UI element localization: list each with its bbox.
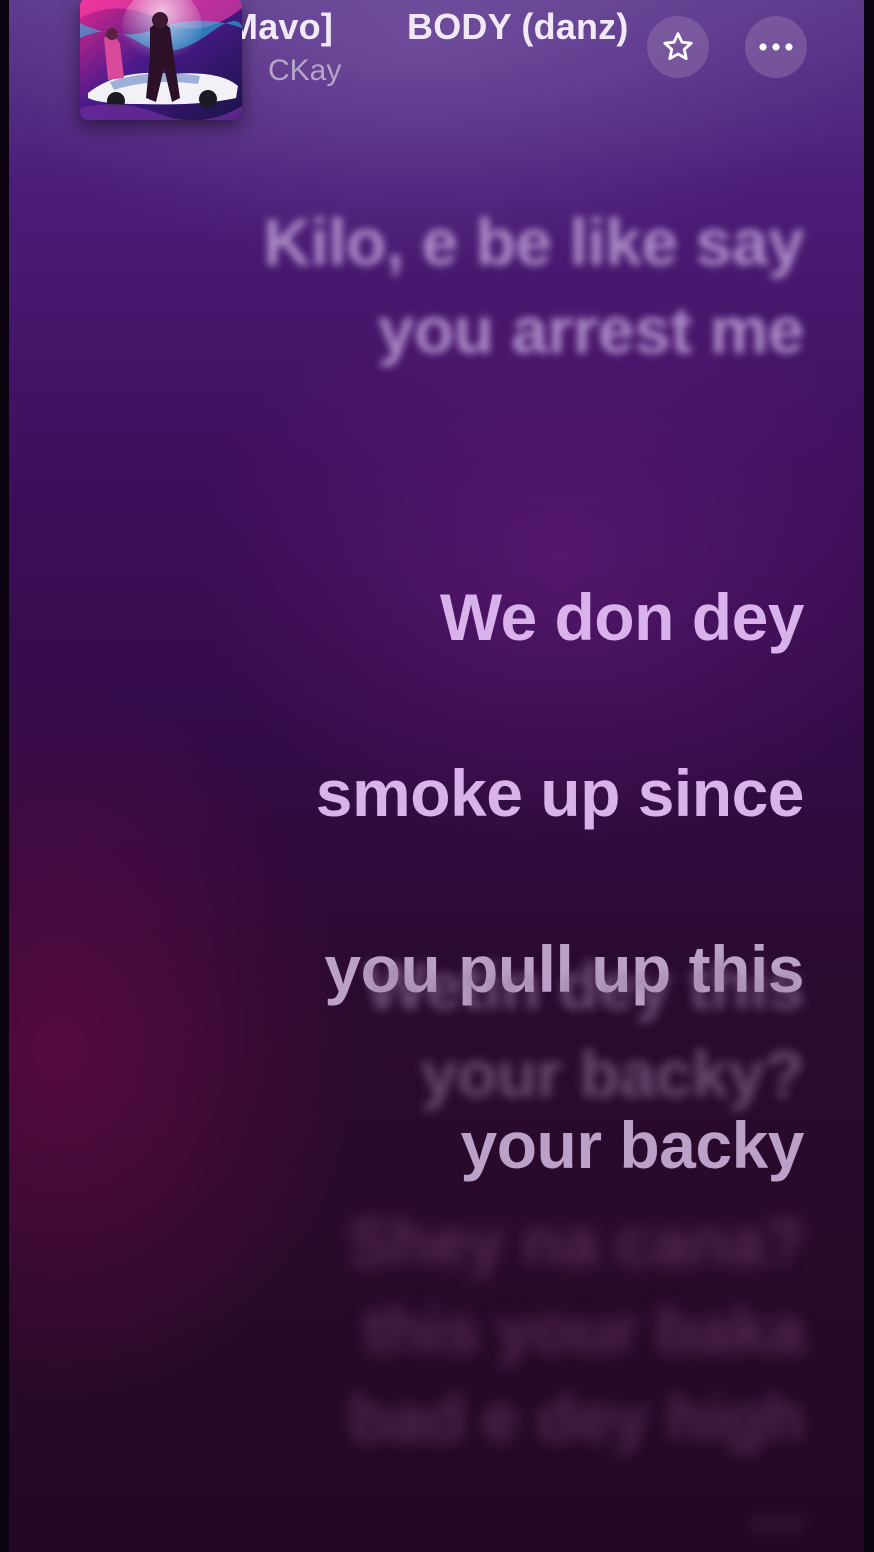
screen-edge-left — [0, 0, 9, 1552]
lyrics-screen: Mavo] BODY (danz) CKay Kilo, e be like sa… — [0, 0, 874, 1552]
favorite-button[interactable] — [647, 16, 709, 78]
song-title-previous: Mavo] — [242, 6, 334, 47]
song-title: BODY (danz) — [407, 6, 629, 47]
more-options-button[interactable] — [745, 16, 807, 78]
lyric-line-current[interactable]: We don dey smoke up since you pull up th… — [164, 485, 805, 1277]
song-title-marquee: Mavo] BODY (danz) — [242, 0, 640, 60]
lyric-current-line-2: smoke up since — [315, 756, 805, 830]
star-outline-icon — [663, 32, 693, 61]
lyric-current-line-1: We don dey — [439, 580, 805, 654]
lyric-line-next[interactable]: Wetin dey this your backy? — [164, 942, 805, 1118]
album-art[interactable] — [80, 0, 242, 120]
lyric-line-past[interactable]: Kilo, e be like say you arrest me — [164, 198, 804, 374]
now-playing-header: Mavo] BODY (danz) CKay — [0, 0, 874, 130]
screen-edge-right — [864, 0, 874, 1552]
artist-name[interactable]: CKay — [268, 54, 341, 88]
ellipsis-icon — [759, 43, 793, 51]
lyric-line-upcoming[interactable]: Shey na cana? this your baka bad e dey h… — [164, 1198, 804, 1550]
album-art-image — [80, 0, 242, 120]
